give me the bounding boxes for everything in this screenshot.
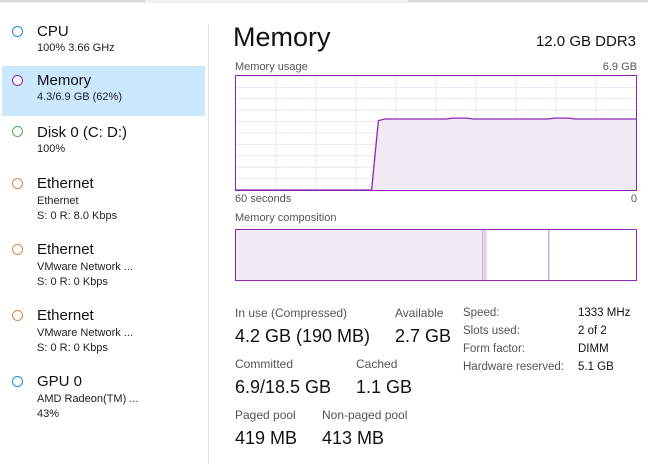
memory-usage-area [236, 118, 636, 190]
sidebar-item-title: Ethernet [37, 241, 94, 258]
sidebar-item-title: Disk 0 (C: D:) [37, 124, 127, 141]
cpu-status-icon [12, 26, 23, 37]
memory-spec: 12.0 GB DDR3 [535, 33, 636, 50]
slots-value: 2 of 2 [578, 325, 607, 337]
sidebar: CPU 100% 3.66 GHz Memory 4.3/6.9 GB (62%… [0, 3, 209, 473]
paged-pool-label: Paged pool [235, 408, 296, 422]
committed-label: Committed [235, 357, 294, 371]
sidebar-item-adapter: Ethernet [37, 195, 79, 207]
sidebar-item-title: GPU 0 [37, 373, 83, 390]
x-axis-right-label: 0 [630, 193, 637, 205]
sidebar-item-adapter: AMD Radeon(TM) ... [37, 393, 139, 405]
composition-in-use [236, 230, 483, 280]
composition-label: Memory composition [235, 212, 337, 224]
ethernet-status-icon [12, 244, 23, 255]
memory-status-icon [12, 75, 23, 86]
sidebar-item-cpu[interactable]: CPU 100% 3.66 GHz [2, 17, 205, 63]
gpu-status-icon [12, 376, 23, 387]
sidebar-item-ethernet[interactable]: Ethernet Ethernet S: 0 R: 8.0 Kbps [2, 170, 205, 230]
sidebar-item-ethernet-vmware-1[interactable]: Ethernet VMware Network ... S: 0 R: 0 Kb… [2, 236, 205, 296]
paged-pool-value: 419 MB [235, 428, 298, 448]
sidebar-item-detail: 100% 3.66 GHz [37, 42, 115, 54]
usage-chart-label: Memory usage [235, 61, 308, 73]
form-factor-value: DIMM [578, 343, 609, 355]
memory-usage-chart [235, 75, 637, 191]
memory-panel: Memory 12.0 GB DDR3 Memory usage 6.9 GB … [209, 3, 648, 473]
sidebar-item-detail: 100% [37, 143, 66, 155]
sidebar-item-throughput: S: 0 R: 8.0 Kbps [37, 210, 118, 222]
sidebar-item-title: CPU [37, 23, 69, 40]
memory-composition-graph [236, 230, 550, 280]
ethernet-status-icon [12, 310, 23, 321]
sidebar-item-title: Memory [37, 72, 92, 89]
usage-chart-max-label: 6.9 GB [602, 61, 637, 73]
speed-value: 1333 MHz [578, 307, 631, 319]
composition-modified [482, 230, 487, 280]
hardware-reserved-value: 5.1 GB [578, 361, 614, 373]
x-axis-left-label: 60 seconds [235, 193, 292, 205]
slots-label: Slots used: [463, 325, 520, 337]
disk-status-icon [12, 126, 23, 137]
sidebar-item-ethernet-vmware-2[interactable]: Ethernet VMware Network ... S: 0 R: 0 Kb… [2, 302, 205, 362]
sidebar-item-gpu[interactable]: GPU 0 AMD Radeon(TM) ... 43% [2, 368, 205, 428]
sidebar-item-adapter: VMware Network ... [37, 327, 133, 339]
nonpaged-pool-value: 413 MB [322, 428, 385, 448]
cached-label: Cached [356, 357, 398, 371]
sidebar-item-disk[interactable]: Disk 0 (C: D:) 100% [2, 119, 205, 165]
sidebar-item-memory[interactable]: Memory 4.3/6.9 GB (62%) [2, 66, 205, 116]
cached-value: 1.1 GB [356, 377, 413, 397]
page-title: Memory [233, 22, 331, 52]
speed-label: Speed: [463, 307, 500, 319]
nonpaged-pool-label: Non-paged pool [322, 408, 408, 422]
sidebar-item-detail: 4.3/6.9 GB (62%) [37, 91, 122, 103]
in-use-label: In use (Compressed) [235, 306, 348, 320]
sidebar-item-adapter: VMware Network ... [37, 261, 133, 273]
form-factor-label: Form factor: [463, 343, 525, 355]
tab-strip-right [408, 0, 648, 2]
committed-value: 6.9/18.5 GB [235, 377, 332, 397]
tab-strip-left [0, 0, 145, 2]
hardware-reserved-label: Hardware reserved: [463, 361, 564, 373]
sidebar-item-title: Ethernet [37, 175, 94, 192]
memory-composition-bar [235, 229, 637, 281]
available-value: 2.7 GB [395, 326, 452, 346]
in-use-value: 4.2 GB (190 MB) [235, 326, 371, 346]
sidebar-item-title: Ethernet [37, 307, 94, 324]
ethernet-status-icon [12, 178, 23, 189]
available-label: Available [395, 306, 444, 320]
sidebar-item-throughput: S: 0 R: 0 Kbps [37, 276, 108, 288]
sidebar-item-throughput: S: 0 R: 0 Kbps [37, 342, 108, 354]
sidebar-item-utilization: 43% [37, 408, 60, 420]
memory-usage-graph [236, 76, 636, 190]
